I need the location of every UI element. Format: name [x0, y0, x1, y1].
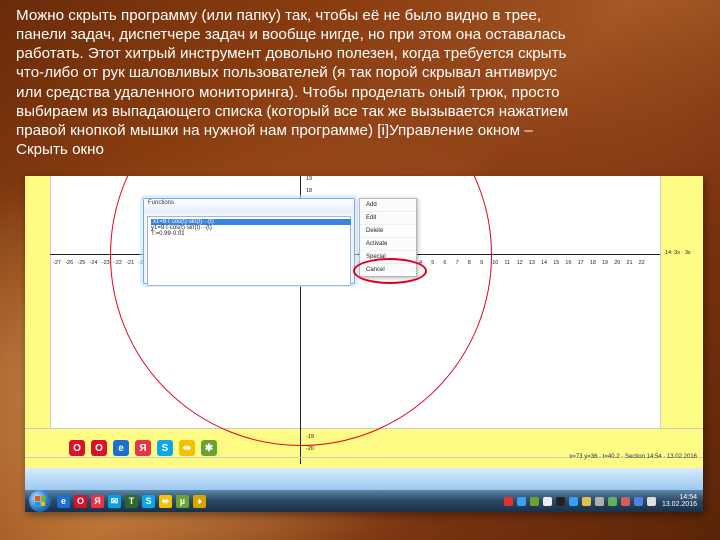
- tray-icon[interactable]: [634, 497, 643, 506]
- x-tick: 7: [456, 260, 459, 266]
- x-tick: -25: [77, 260, 85, 266]
- tray-icon[interactable]: [608, 497, 617, 506]
- system-tray[interactable]: 14:54 13.02.2016: [502, 494, 703, 508]
- x-tick: -22: [114, 260, 122, 266]
- x-tick: 22: [639, 260, 645, 266]
- tray-icon[interactable]: [595, 497, 604, 506]
- x-tick: 18: [590, 260, 596, 266]
- taskbar-app-icon[interactable]: T: [125, 495, 138, 508]
- x-tick: 17: [578, 260, 584, 266]
- taskbar-app-icon[interactable]: e: [57, 495, 70, 508]
- y-tick: 18: [306, 188, 312, 194]
- blue-strip: [25, 468, 703, 490]
- tray-icon[interactable]: [621, 497, 630, 506]
- taskbar-clock[interactable]: 14:54 13.02.2016: [662, 494, 697, 508]
- tray-icon[interactable]: [569, 497, 578, 506]
- x-tick: 5: [431, 260, 434, 266]
- main-paragraph: Можно скрыть программу (или папку) так, …: [16, 6, 710, 159]
- windows-logo-icon: [35, 496, 45, 506]
- start-button[interactable]: [29, 490, 51, 512]
- tray-icon[interactable]: [556, 497, 565, 506]
- taskbar-app-icon[interactable]: ⬌: [159, 495, 172, 508]
- tray-icon[interactable]: [504, 497, 513, 506]
- x-tick: 8: [468, 260, 471, 266]
- background-app-icon[interactable]: Я: [135, 440, 151, 456]
- tray-icon[interactable]: [517, 497, 526, 506]
- background-app-icon[interactable]: S: [157, 440, 173, 456]
- x-tick: 15: [553, 260, 559, 266]
- y-tick: 19: [306, 176, 312, 182]
- background-app-icon[interactable]: ✱: [201, 440, 217, 456]
- taskbar-app-icon[interactable]: ♦: [193, 495, 206, 508]
- taskbar-app-icon[interactable]: Я: [91, 495, 104, 508]
- x-tick: 20: [614, 260, 620, 266]
- left-yellow-strip: [25, 176, 51, 428]
- taskbar-app-icon[interactable]: ✉: [108, 495, 121, 508]
- right-yellow-column: 14: 3x · 3x: [660, 176, 703, 428]
- taskbar-app-icon[interactable]: µ: [176, 495, 189, 508]
- taskbar-app-icon[interactable]: O: [74, 495, 87, 508]
- list-item[interactable]: T:=0.99·0.01: [151, 231, 347, 237]
- x-tick: 12: [517, 260, 523, 266]
- x-tick: -26: [65, 260, 73, 266]
- x-tick: 21: [626, 260, 632, 266]
- menu-item[interactable]: Edit: [360, 212, 416, 225]
- taskbar-app-icon[interactable]: S: [142, 495, 155, 508]
- x-tick: -27: [53, 260, 61, 266]
- tray-icon[interactable]: [530, 497, 539, 506]
- floating-window-list[interactable]: x1=9·t·cos(t)·sin(t)···(t) y1=9·t·cos(t)…: [147, 216, 351, 286]
- floating-window[interactable]: Functions x1=9·t·cos(t)·sin(t)···(t) y1=…: [143, 198, 355, 284]
- x-tick: -24: [90, 260, 98, 266]
- tray-icon[interactable]: [582, 497, 591, 506]
- background-app-icon[interactable]: O: [91, 440, 107, 456]
- x-tick: 19: [602, 260, 608, 266]
- taskbar[interactable]: eOЯ ✉ TS ⬌ µ ♦ 14:54 13.02.2016: [25, 490, 703, 512]
- x-tick: 6: [443, 260, 446, 266]
- background-app-icon[interactable]: ⬌: [179, 440, 195, 456]
- x-tick: 13: [529, 260, 535, 266]
- floating-window-title: Functions: [144, 199, 354, 213]
- background-app-icon[interactable]: e: [113, 440, 129, 456]
- menu-item[interactable]: Delete: [360, 225, 416, 238]
- x-tick: 14: [541, 260, 547, 266]
- menu-item[interactable]: Activate: [360, 238, 416, 251]
- x-tick: 10: [492, 260, 498, 266]
- red-highlight-oval: [353, 258, 427, 284]
- menu-item[interactable]: Add: [360, 199, 416, 212]
- x-tick: 9: [480, 260, 483, 266]
- status-coordinates: x=73 y=36 · t=40.2 · Section 14:54 · 13.…: [569, 454, 697, 460]
- tray-icon[interactable]: [543, 497, 552, 506]
- embedded-screenshot: 14: 3x · 3x -27-26-25-24-23-22-21-20-19-…: [25, 176, 703, 512]
- right-col-label: 14: 3x · 3x: [665, 250, 691, 256]
- background-app-icon[interactable]: O: [69, 440, 85, 456]
- tray-icon[interactable]: [647, 497, 656, 506]
- x-tick: -23: [102, 260, 110, 266]
- x-tick: 11: [504, 260, 510, 266]
- x-tick: 16: [565, 260, 571, 266]
- x-tick: -21: [126, 260, 134, 266]
